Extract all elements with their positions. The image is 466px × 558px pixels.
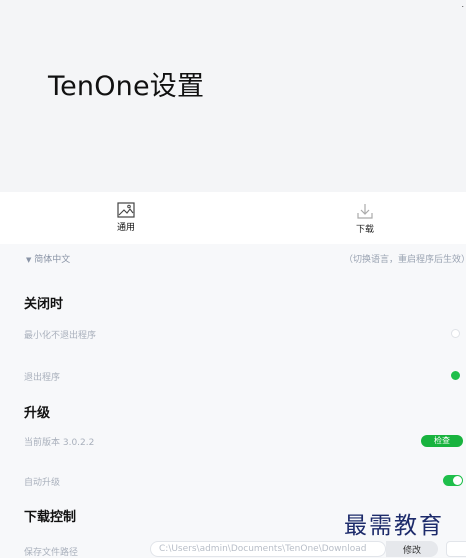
option-exit-label[interactable]: 退出程序 [24,370,60,383]
auto-upgrade-label: 自动升级 [24,478,61,488]
image-icon [117,202,135,218]
page-title: TenOne设置 [48,71,205,102]
tab-general-label: 通用 [116,223,135,233]
language-selected-value: 简体中文 [34,255,71,265]
language-note: （切换语言，重启程序后生效） [344,255,466,265]
watermark-text: 最需教育 [344,513,444,539]
corner-mark: . [461,0,464,9]
tab-general[interactable]: 通用 [96,202,156,233]
tab-download[interactable]: 下载 [335,202,395,235]
current-version-text: 当前版本 3.0.2.2 [24,438,95,448]
section-title-upgrade: 升级 [24,406,51,421]
tab-bar: 通用 下载 [0,192,466,244]
section-title-on-close: 关闭时 [24,297,64,312]
save-path-input[interactable] [150,541,386,557]
check-update-button[interactable]: 检查 [421,435,463,447]
radio-minimize[interactable] [451,329,460,338]
download-icon [357,204,373,219]
tab-download-label: 下载 [355,225,374,235]
toggle-knob [453,476,462,485]
language-select[interactable]: ▼ 简体中文 [26,252,70,265]
radio-exit[interactable] [451,371,460,380]
open-folder-button[interactable] [446,541,466,557]
change-path-button[interactable]: 修改 [386,541,438,557]
auto-upgrade-toggle[interactable] [443,475,463,486]
settings-header: TenOne设置 . [0,0,466,192]
section-title-download-control: 下载控制 [24,510,77,525]
option-minimize-label[interactable]: 最小化不退出程序 [24,328,96,341]
dropdown-triangle-icon: ▼ [26,256,32,264]
